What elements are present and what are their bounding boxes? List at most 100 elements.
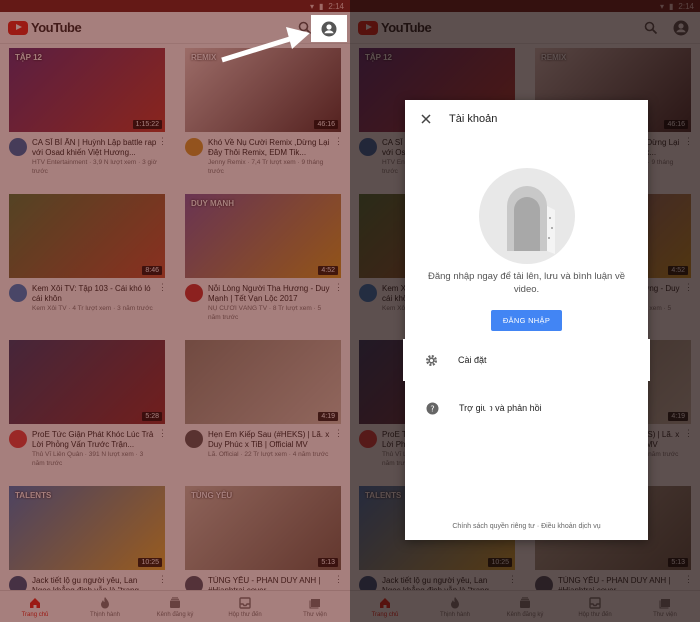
video-thumbnail[interactable]: REMIX 46:16: [185, 48, 341, 132]
inbox-icon: [239, 596, 251, 609]
channel-avatar[interactable]: [9, 138, 27, 156]
nav-label: Hộp thư đến: [578, 611, 612, 618]
more-options-icon[interactable]: ⋮: [684, 283, 693, 292]
duration-badge: 46:16: [664, 120, 688, 129]
signin-illustration: [405, 138, 648, 264]
video-thumbnail[interactable]: 5:28: [9, 340, 165, 424]
channel-avatar[interactable]: [185, 138, 203, 156]
more-options-icon[interactable]: ⋮: [158, 137, 167, 146]
nav-library[interactable]: Thư viện: [280, 591, 350, 622]
duration-badge: 5:28: [142, 412, 162, 421]
more-options-icon[interactable]: ⋮: [334, 429, 343, 438]
nav-label: Thư viện: [303, 611, 327, 618]
video-card[interactable]: 8:46 Kem Xôi TV: Tập 103 - Cái khó ló cái…: [9, 194, 167, 340]
video-card[interactable]: TẬP 12 1:15:22 CA SĨ BÍ ẨN | Huỳnh Lập bat…: [9, 48, 167, 194]
youtube-logo[interactable]: YouTube: [8, 20, 82, 35]
video-meta: HTV Entertainment · 3,9 N lượt xem · 3 g…: [32, 159, 157, 175]
app-bar: YouTube: [350, 12, 700, 44]
video-title[interactable]: CA SĨ BÍ ẨN | Huỳnh Lập battle rap với O…: [32, 138, 157, 158]
library-icon: [309, 598, 320, 608]
status-time: 2:14: [678, 1, 694, 11]
subscriptions-icon: [170, 596, 180, 608]
video-thumbnail[interactable]: 4:19: [185, 340, 341, 424]
video-thumbnail[interactable]: TẬP 12 1:15:22: [9, 48, 165, 132]
more-options-icon[interactable]: ⋮: [684, 575, 693, 584]
flame-icon: [101, 596, 109, 608]
more-options-icon[interactable]: ⋮: [508, 575, 517, 584]
channel-avatar[interactable]: [9, 430, 27, 448]
youtube-logo[interactable]: YouTube: [358, 20, 432, 35]
video-thumbnail[interactable]: 8:46: [9, 194, 165, 278]
account-button[interactable]: [670, 17, 692, 39]
duration-badge: 8:46: [142, 266, 162, 275]
channel-avatar[interactable]: [185, 430, 203, 448]
help-label: Trợ giúp và phản hồi: [459, 403, 542, 413]
nav-flame[interactable]: Thịnh hành: [70, 591, 140, 622]
video-thumbnail[interactable]: TALENTS 10:25: [9, 486, 165, 570]
battery-icon: ▮: [669, 1, 674, 11]
search-icon: [644, 21, 658, 34]
thumbnail-badge: DUY MẠNH: [191, 199, 234, 208]
nav-home[interactable]: Trang chủ: [350, 591, 420, 622]
duration-badge: 4:19: [668, 412, 688, 421]
nav-inbox[interactable]: Hộp thư đến: [210, 591, 280, 622]
video-title[interactable]: Kem Xôi TV: Tập 103 - Cái khó ló cái khô…: [32, 284, 157, 304]
duration-badge: 4:52: [318, 266, 338, 275]
duration-badge: 4:19: [318, 412, 338, 421]
close-icon[interactable]: [421, 114, 431, 124]
nav-inbox[interactable]: Hộp thư đến: [560, 591, 630, 622]
logo-text: YouTube: [381, 20, 432, 35]
sign-in-button[interactable]: ĐĂNG NHẬP: [490, 310, 563, 331]
channel-avatar[interactable]: [359, 430, 377, 448]
video-title[interactable]: ProE Tức Giận Phát Khóc Lúc Trả Lời Phỏn…: [32, 430, 157, 450]
more-options-icon[interactable]: ⋮: [334, 137, 343, 146]
duration-badge: 5:13: [668, 558, 688, 567]
nav-subscriptions[interactable]: Kênh đăng ký: [490, 591, 560, 622]
thumbnail-badge: REMIX: [541, 53, 567, 62]
video-card[interactable]: REMIX 46:16 Khó Về Nụ Cười Remix ,Dừng Lại…: [185, 48, 343, 194]
account-dialog: Tài khoản Đăng nhập ngay để tải lên, lưu…: [404, 100, 649, 540]
channel-avatar[interactable]: [9, 284, 27, 302]
search-button[interactable]: [640, 17, 662, 39]
more-options-icon[interactable]: ⋮: [684, 137, 693, 146]
nav-label: Trang chủ: [371, 611, 399, 618]
channel-avatar[interactable]: [359, 138, 377, 156]
more-options-icon[interactable]: ⋮: [158, 575, 167, 584]
thumbnail-badge: TALENTS: [15, 491, 52, 500]
channel-avatar[interactable]: [359, 284, 377, 302]
more-options-icon[interactable]: ⋮: [158, 283, 167, 292]
more-options-icon[interactable]: ⋮: [684, 429, 693, 438]
nav-home[interactable]: Trang chủ: [0, 591, 70, 622]
video-thumbnail[interactable]: TÙNG YÊU 5:13: [185, 486, 341, 570]
video-meta: Lã. Official · 22 Tr lượt xem · 4 năm tr…: [208, 451, 329, 458]
settings-item[interactable]: Cài đặt: [404, 340, 649, 380]
video-title[interactable]: Hẹn Em Kiếp Sau (#HEKS) | Lã. x Duy Phúc…: [208, 430, 333, 450]
video-thumbnail[interactable]: DUY MẠNH 4:52: [185, 194, 341, 278]
wifi-icon: ▾: [660, 1, 665, 11]
more-options-icon[interactable]: ⋮: [334, 575, 343, 584]
video-card[interactable]: DUY MẠNH 4:52 Nỗi Lòng Người Tha Hương - D…: [185, 194, 343, 340]
more-options-icon[interactable]: ⋮: [334, 283, 343, 292]
dialog-title: Tài khoản: [449, 113, 498, 125]
status-time: 2:14: [328, 1, 344, 11]
nav-subscriptions[interactable]: Kênh đăng ký: [140, 591, 210, 622]
video-card[interactable]: 4:19 Hẹn Em Kiếp Sau (#HEKS) | Lã. x Duy …: [185, 340, 343, 486]
bottom-nav: Trang chủ Thịnh hành Kênh đăng ký Hộp thư đ…: [350, 590, 700, 622]
nav-label: Trang chủ: [21, 611, 49, 618]
video-title[interactable]: Khó Về Nụ Cười Remix ,Dừng Lại Đây Thôi …: [208, 138, 333, 158]
video-meta: Thủ Vĩ Liên Quân · 391 N lượt xem · 3 nă…: [32, 451, 144, 467]
more-options-icon[interactable]: ⋮: [158, 429, 167, 438]
youtube-play-icon: [8, 20, 28, 35]
channel-avatar[interactable]: [185, 284, 203, 302]
duration-badge: 46:16: [314, 120, 338, 129]
account-button[interactable]: [311, 15, 347, 42]
nav-label: Kênh đăng ký: [506, 611, 544, 618]
video-card[interactable]: 5:28 ProE Tức Giận Phát Khóc Lúc Trả Lời …: [9, 340, 167, 486]
dialog-footer-links[interactable]: Chính sách quyền riêng tư · Điều khoản d…: [405, 523, 648, 530]
video-title[interactable]: Nỗi Lòng Người Tha Hương - Duy Mạnh | Tế…: [208, 284, 333, 304]
nav-library[interactable]: Thư viện: [630, 591, 700, 622]
account-icon: [321, 21, 337, 36]
nav-flame[interactable]: Thịnh hành: [420, 591, 490, 622]
settings-label: Cài đặt: [458, 355, 487, 365]
help-feedback-item[interactable]: ? Trợ giúp và phản hồi: [405, 388, 648, 428]
